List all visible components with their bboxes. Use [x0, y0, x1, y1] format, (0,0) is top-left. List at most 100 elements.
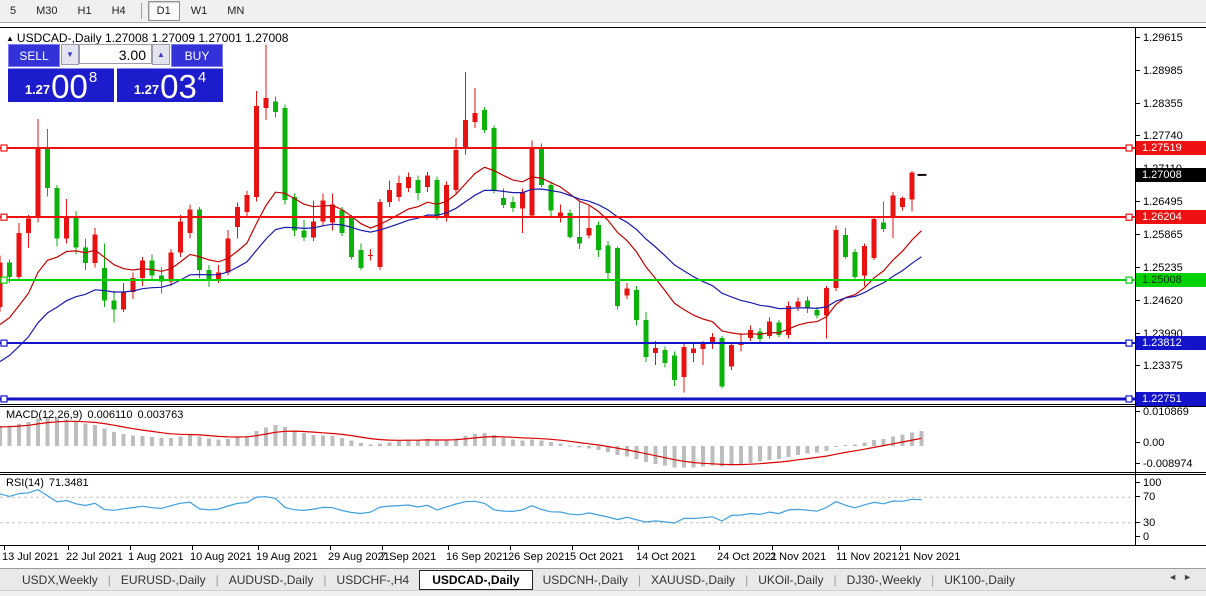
chart-tab-eurusd-daily[interactable]: EURUSD-,Daily [111, 571, 216, 589]
chart-tab-xauusd-daily[interactable]: XAUUSD-,Daily [641, 571, 745, 589]
date-tick-mark [192, 546, 193, 550]
tick-mark [1136, 522, 1140, 523]
sell-price-big: 00 [51, 68, 88, 105]
date-tick-mark [719, 546, 720, 550]
rsi-chart [0, 489, 1135, 524]
macd-axis-tick: 0.00 [1136, 437, 1206, 449]
date-axis-label: 11 Nov 2021 [836, 551, 898, 563]
buy-price-prefix: 1.27 [133, 82, 160, 97]
date-tick-mark [448, 546, 449, 550]
sell-price-display[interactable]: 1.27 00 8 [8, 68, 114, 105]
date-tick-mark [772, 546, 773, 550]
buy-price-display[interactable]: 1.27 03 4 [117, 68, 223, 103]
buy-price-sup: 4 [197, 69, 207, 86]
timeframe-button-mn[interactable]: MN [218, 1, 253, 21]
price-level-badge: 1.22751 [1136, 392, 1206, 406]
price-level-badge: 1.26204 [1136, 210, 1206, 224]
date-tick-mark [838, 546, 839, 550]
macd-label-bar: MACD(12,26,9) 0.006110 0.003763 [6, 409, 188, 421]
date-axis-label: 16 Sep 2021 [446, 551, 509, 563]
chart-tab-usdchf-h4[interactable]: USDCHF-,H4 [327, 571, 420, 589]
price-axis-tick: 1.28355 [1136, 98, 1206, 110]
chart-tab-audusd-daily[interactable]: AUDUSD-,Daily [219, 571, 324, 589]
chart-tab-bar: USDX,Weekly | EURUSD-,Daily | AUDUSD-,Daily |… [0, 568, 1206, 591]
date-axis-label: 1 Aug 2021 [128, 551, 184, 563]
date-tick-mark [510, 546, 511, 550]
chart-symbol-title: USDCAD-,Daily [16, 31, 102, 45]
chart-tab-ukoil-daily[interactable]: UKOil-,Daily [748, 571, 833, 589]
rsi-panel[interactable] [0, 475, 1135, 545]
timeframe-button-m30[interactable]: M30 [27, 1, 66, 21]
timeframe-button-d1[interactable]: D1 [147, 1, 180, 21]
date-axis-label: 5 Oct 2021 [570, 551, 624, 563]
date-axis-label: 2 Nov 2021 [770, 551, 827, 563]
tick-mark [1136, 463, 1140, 464]
status-strip [0, 590, 1206, 596]
chart-tab-dj30-weekly[interactable]: DJ30-,Weekly [837, 571, 931, 589]
price-axis-tick: 1.24620 [1136, 295, 1206, 307]
tick-mark [1136, 333, 1140, 334]
timeframe-button-h1[interactable]: H1 [69, 1, 101, 21]
buy-button[interactable]: BUY [171, 44, 223, 67]
chart-tab-usdx-weekly[interactable]: USDX,Weekly [12, 571, 108, 589]
tick-mark [1136, 536, 1140, 537]
tick-mark [1136, 496, 1140, 497]
date-axis[interactable]: 13 Jul 2021 22 Jul 2021 1 Aug 2021 10 Aug 2… [0, 546, 1206, 568]
date-axis-label: 7 Sep 2021 [380, 551, 437, 563]
timeframe-button-5[interactable]: 5 [1, 1, 25, 21]
rsi-label-bar: RSI(14) 71.3481 [6, 477, 94, 489]
price-level-badge: 1.25008 [1136, 273, 1206, 287]
tick-mark [1136, 103, 1140, 104]
tick-mark [1136, 300, 1140, 301]
macd-axis-tick: 0.010869 [1136, 406, 1206, 418]
date-axis-label: 22 Jul 2021 [66, 551, 123, 563]
date-axis-label: 21 Nov 2021 [898, 551, 961, 563]
chart-ohlc-values: 1.27008 1.27009 1.27001 1.27008 [104, 31, 289, 45]
collapse-icon[interactable]: ▲ [6, 34, 14, 43]
date-tick-mark [638, 546, 639, 550]
macd-signal-value: 0.003763 [137, 409, 184, 421]
price-axis-tick: 1.23375 [1136, 360, 1206, 372]
rsi-value: 71.3481 [48, 477, 89, 489]
price-axis-tick: 1.29615 [1136, 32, 1206, 44]
mt4-window: 5 M30 H1 H4 D1 W1 MN ▲ USDCAD-,Daily 1.27008 1.… [0, 0, 1206, 596]
one-click-trade-widget: SELL ▼ ▲ BUY 1.27 00 8 1.27 03 4 [8, 44, 223, 105]
volume-input[interactable] [79, 44, 152, 64]
volume-increase-button[interactable]: ▲ [152, 44, 170, 65]
chart-tab-uk100-daily[interactable]: UK100-,Daily [934, 571, 1025, 589]
timeframe-button-h4[interactable]: H4 [103, 1, 135, 21]
price-axis-tick: 1.28985 [1136, 65, 1206, 77]
volume-decrease-button[interactable]: ▼ [61, 44, 79, 65]
chart-tab-usdcad-daily[interactable]: USDCAD-,Daily [419, 570, 533, 590]
rsi-axis-tick: 30 [1136, 517, 1206, 529]
tick-mark [1136, 70, 1140, 71]
date-tick-mark [258, 546, 259, 550]
date-axis-label: 26 Sep 2021 [508, 551, 571, 563]
sell-button[interactable]: SELL [8, 44, 60, 67]
date-axis-label: 19 Aug 2021 [256, 551, 318, 563]
tab-scroll-arrows[interactable]: ◄► [1168, 572, 1198, 582]
chart-tab-usdcnh-daily[interactable]: USDCNH-,Daily [533, 571, 638, 589]
date-tick-mark [572, 546, 573, 550]
tick-mark [1136, 442, 1140, 443]
tab-scroll-right-icon[interactable]: ► [1183, 572, 1198, 582]
macd-axis-tick: -0.008974 [1136, 458, 1206, 470]
date-axis-label: 24 Oct 2021 [717, 551, 777, 563]
date-axis-label: 10 Aug 2021 [190, 551, 252, 563]
price-axis-tick: 1.26495 [1136, 196, 1206, 208]
tick-mark [1136, 267, 1140, 268]
toolbar-separator [140, 3, 142, 19]
tick-mark [1136, 365, 1140, 366]
timeframe-button-w1[interactable]: W1 [182, 1, 217, 21]
rsi-axis-tick: 70 [1136, 491, 1206, 503]
panel-divider [0, 472, 1206, 473]
panel-divider [0, 404, 1206, 405]
sell-price-sup: 8 [88, 69, 98, 86]
price-axis-tick: 1.25865 [1136, 229, 1206, 241]
tick-mark [1136, 37, 1140, 38]
date-tick-mark [130, 546, 131, 550]
date-tick-mark [68, 546, 69, 550]
tab-scroll-left-icon[interactable]: ◄ [1168, 572, 1183, 582]
timeframe-toolbar: 5 M30 H1 H4 D1 W1 MN [0, 0, 1206, 23]
date-tick-mark [382, 546, 383, 550]
